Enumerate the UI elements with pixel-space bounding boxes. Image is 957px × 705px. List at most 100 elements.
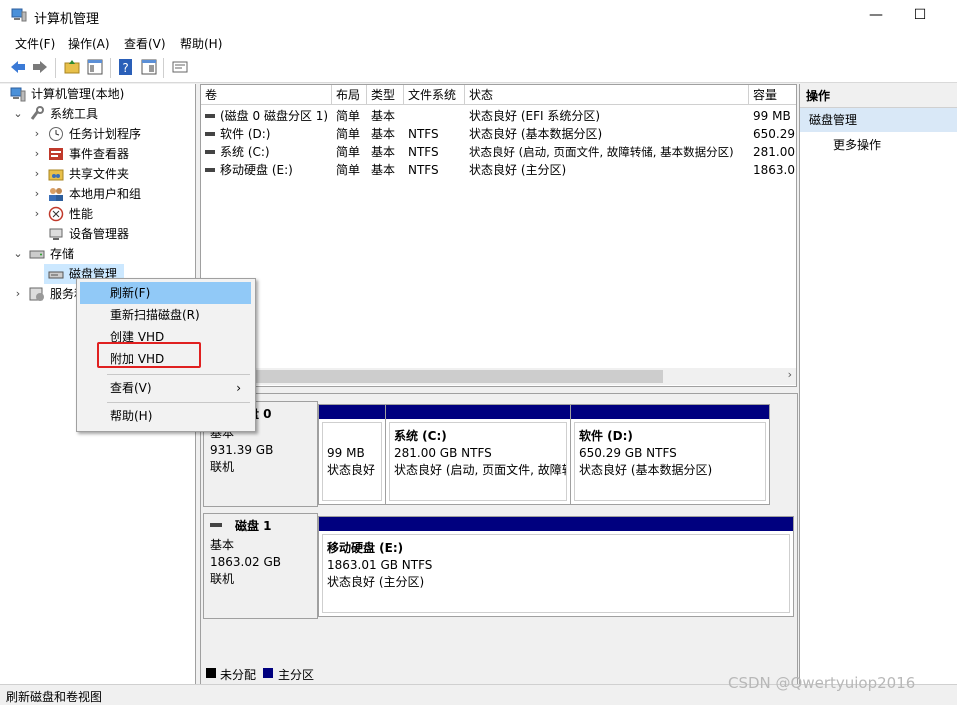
table-row[interactable]: 移动硬盘 (E:) 简单 基本 NTFS 状态良好 (主分区) 1863.01 (201, 161, 796, 179)
table-cell: 移动硬盘 (E:) (220, 163, 293, 177)
disk-icon (210, 523, 222, 527)
title-bar: 计算机管理 — ☐ (0, 0, 957, 32)
partition-bar (319, 517, 793, 531)
tree-item-local-users[interactable]: › 本地用户和组 (0, 184, 194, 204)
partition-bar (319, 405, 385, 419)
partition-bar (386, 405, 570, 419)
scroll-right-icon[interactable]: › (788, 368, 792, 381)
table-cell: 状态良好 (基本数据分区) (469, 127, 603, 141)
unallocated-swatch (206, 668, 216, 678)
back-icon[interactable] (9, 58, 27, 76)
collapsed-chevron-icon[interactable]: › (32, 184, 42, 204)
partition-size: 281.00 GB NTFS (394, 446, 492, 460)
expanded-chevron-icon[interactable]: ⌄ (13, 104, 23, 124)
collapsed-chevron-icon[interactable]: › (13, 284, 23, 304)
collapsed-chevron-icon[interactable]: › (32, 124, 42, 144)
tree-item-device-manager[interactable]: 设备管理器 (0, 224, 194, 244)
menu-file[interactable]: 文件(F) (15, 35, 55, 52)
table-cell: NTFS (408, 145, 439, 159)
tree-item-performance[interactable]: › 性能 (0, 204, 194, 224)
disk-0-size: 931.39 GB (210, 443, 274, 457)
column-header-status[interactable]: 状态 (465, 85, 749, 105)
volume-icon (204, 107, 216, 125)
shared-folder-icon (48, 169, 64, 181)
maximize-button[interactable]: ☐ (897, 2, 943, 30)
collapsed-chevron-icon[interactable]: › (32, 204, 42, 224)
window-title: 计算机管理 (34, 12, 100, 27)
column-header-capacity[interactable]: 容量 (749, 85, 796, 105)
toolbar: ? (0, 54, 957, 83)
column-header-type[interactable]: 类型 (367, 85, 404, 105)
partition-removable-e[interactable]: 移动硬盘 (E:) 1863.01 GB NTFS 状态良好 (主分区) (318, 516, 794, 617)
properties-icon[interactable] (171, 58, 189, 76)
tree-item-event-viewer[interactable]: › 事件查看器 (0, 144, 194, 164)
tree-item-shared-folders[interactable]: › 共享文件夹 (0, 164, 194, 184)
tree-label-system-tools: 系统工具 (50, 107, 99, 121)
legend-unallocated: 未分配 (220, 668, 257, 682)
submenu-arrow-icon: › (236, 381, 241, 395)
table-row[interactable]: 软件 (D:) 简单 基本 NTFS 状态良好 (基本数据分区) 650.29 (201, 125, 796, 143)
tree-item-system-tools[interactable]: ⌄ 系统工具 (0, 104, 194, 124)
partition-status: 状态良好 (启动, 页面文件, 故障转 (394, 463, 567, 477)
disk-1-size: 1863.02 GB (210, 555, 281, 569)
menu-item-view[interactable]: 查看(V) › (80, 377, 251, 399)
table-cell: NTFS (408, 163, 439, 177)
tree-item-storage[interactable]: ⌄ 存储 (0, 244, 194, 264)
table-cell: 简单 (336, 163, 361, 177)
computer-icon (10, 87, 26, 102)
tree-label-storage: 存储 (50, 247, 75, 261)
partition-efi[interactable]: 99 MB 状态良好 (318, 404, 386, 505)
table-cell: 基本 (371, 127, 396, 141)
tree-item-task-scheduler[interactable]: › 任务计划程序 (0, 124, 194, 144)
partition-software-d[interactable]: 软件 (D:) 650.29 GB NTFS 状态良好 (基本数据分区) (570, 404, 770, 505)
volume-icon (204, 125, 216, 143)
actions-section-disk-management[interactable]: 磁盘管理 (800, 108, 957, 132)
disk-management-icon (48, 271, 64, 279)
column-header-volume[interactable]: 卷 (201, 85, 332, 105)
menu-item-refresh[interactable]: 刷新(F) (80, 282, 251, 304)
forward-icon[interactable] (31, 58, 49, 76)
event-viewer-icon (49, 148, 63, 160)
up-folder-icon[interactable] (63, 58, 81, 76)
more-actions-link[interactable]: 更多操作 (833, 136, 881, 153)
console-tree-icon[interactable] (86, 58, 104, 76)
help-icon[interactable]: ? (117, 58, 135, 76)
tree-label-local-users: 本地用户和组 (69, 187, 142, 201)
actions-pane: 操作 磁盘管理 更多操作 (799, 84, 957, 684)
show-hide-icon[interactable] (140, 58, 158, 76)
menu-view[interactable]: 查看(V) (124, 35, 166, 52)
tree-label-task-scheduler: 任务计划程序 (69, 127, 142, 141)
menu-bar: 文件(F) 操作(A) 查看(V) 帮助(H) (0, 32, 957, 54)
table-cell (408, 107, 463, 125)
horizontal-scrollbar[interactable]: › (201, 368, 796, 385)
table-row[interactable]: 系统 (C:) 简单 基本 NTFS 状态良好 (启动, 页面文件, 故障转储,… (201, 143, 796, 161)
table-cell: NTFS (408, 127, 439, 141)
table-row[interactable]: (磁盘 0 磁盘分区 1) 简单 基本 状态良好 (EFI 系统分区) 99 M… (201, 107, 796, 125)
collapsed-chevron-icon[interactable]: › (32, 144, 42, 164)
partition-bar (571, 405, 769, 419)
partition-size: 1863.01 GB NTFS (327, 558, 433, 572)
disk-graphical-view: 磁盘 0 基本 931.39 GB 联机 99 MB 状态良好 系统 (C:) … (200, 393, 798, 686)
scrollbar-thumb[interactable] (201, 370, 663, 383)
collapsed-chevron-icon[interactable]: › (32, 164, 42, 184)
annotation-highlight-box (97, 342, 201, 368)
column-header-filesystem[interactable]: 文件系统 (404, 85, 465, 105)
disk-1-name: 磁盘 1 (235, 519, 272, 533)
menu-help[interactable]: 帮助(H) (180, 35, 222, 52)
volume-icon (204, 161, 216, 179)
menu-action[interactable]: 操作(A) (68, 35, 110, 52)
services-icon (29, 287, 44, 301)
partition-system-c[interactable]: 系统 (C:) 281.00 GB NTFS 状态良好 (启动, 页面文件, 故… (385, 404, 571, 505)
table-cell: 281.00 (753, 145, 795, 159)
disk-1-label[interactable]: 磁盘 1 基本 1863.02 GB 联机 (203, 513, 318, 619)
menu-item-rescan-disks[interactable]: 重新扫描磁盘(R) (80, 304, 251, 326)
tree-item-root[interactable]: 计算机管理(本地) (0, 84, 194, 104)
legend: 未分配 主分区 (200, 664, 796, 684)
minimize-button[interactable]: — (853, 2, 899, 30)
menu-item-help[interactable]: 帮助(H) (80, 405, 251, 427)
column-header-layout[interactable]: 布局 (332, 85, 367, 105)
table-cell: 简单 (336, 127, 361, 141)
expanded-chevron-icon[interactable]: ⌄ (13, 244, 23, 264)
actions-header: 操作 (800, 84, 957, 108)
table-cell: 状态良好 (启动, 页面文件, 故障转储, 基本数据分区) (469, 145, 734, 159)
